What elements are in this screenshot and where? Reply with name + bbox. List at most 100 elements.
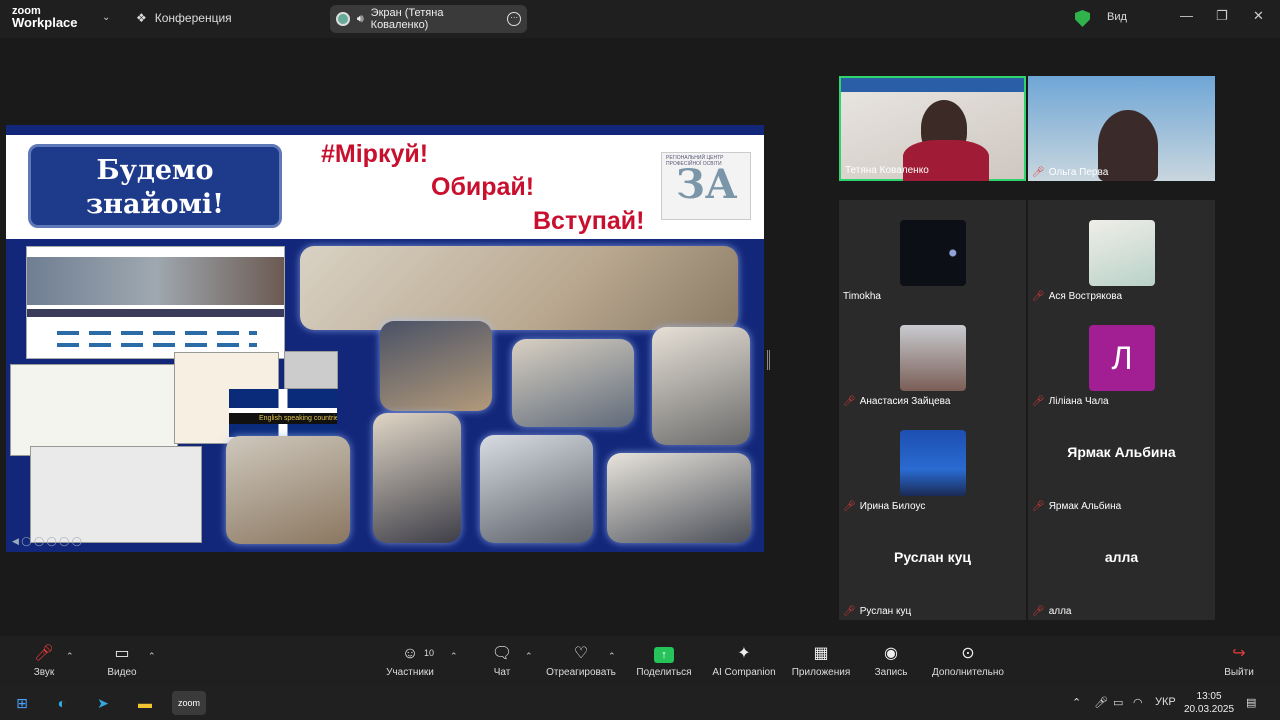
share-label: Поделиться	[636, 667, 692, 678]
more-options-icon[interactable]: ···	[507, 12, 522, 26]
chevron-down-icon[interactable]: ⌄	[102, 12, 110, 23]
participant-name: 🎤︎ алла	[1032, 606, 1072, 617]
participant-tile[interactable]: 🎤︎ Анастасия Зайцева	[839, 305, 1026, 410]
record-label: Запись	[874, 667, 908, 678]
participant-name: 🎤︎ Ирина Билоус	[843, 501, 926, 512]
record-button[interactable]: ◉ Запись	[872, 643, 910, 678]
shared-screen: Будемо знайомі! #Міркуй! Обирай! Вступай…	[6, 125, 764, 552]
screen-share-pill[interactable]: 🔊︎ Экран (Тетяна Коваленко) ···	[330, 5, 527, 33]
participant-tile[interactable]: Ярмак Альбина 🎤︎ Ярмак Альбина	[1028, 410, 1215, 515]
react-button[interactable]: ♡ Отреагировать	[544, 643, 618, 678]
participant-big-name: Руслан куц	[894, 549, 971, 565]
participant-avatar	[900, 430, 966, 496]
record-icon: ◉	[884, 645, 898, 662]
robotics-photo	[512, 339, 634, 427]
react-label: Отреагировать	[546, 667, 616, 678]
chevron-up-icon[interactable]: ⌃	[450, 651, 458, 662]
muted-mic-icon: 🎤︎	[843, 606, 856, 617]
slogan-enroll: Вступай!	[533, 207, 645, 235]
participant-avatar	[900, 325, 966, 391]
speaker-icon: 🔊︎	[356, 12, 364, 25]
slide-nav-controls[interactable]: ◀ ◯ ◯ ◯ ◯ ◯	[12, 536, 82, 547]
hello-line2: знайомі!	[85, 189, 225, 220]
chevron-up-icon[interactable]: ⌃	[148, 651, 156, 662]
chat-icon: 🗨︎	[491, 645, 513, 662]
classroom-girls-photo	[226, 436, 350, 544]
chevron-up-icon[interactable]: ⌃	[66, 651, 74, 662]
file-explorer-icon[interactable]: ▬	[132, 691, 158, 715]
battery-icon[interactable]: ▭	[1113, 696, 1123, 709]
ai-companion-button[interactable]: ✦ AI Companion	[710, 643, 778, 678]
participant-avatar	[1089, 220, 1155, 286]
language-indicator[interactable]: УКР	[1155, 696, 1176, 708]
participant-big-name: Ярмак Альбина	[1067, 444, 1176, 460]
uk-us-flag-image: English speaking countries	[229, 389, 337, 437]
sparkle-icon: ✦	[737, 645, 751, 662]
participant-name: 🎤︎ Ярмак Альбина	[1032, 501, 1122, 512]
resize-handle[interactable]	[767, 350, 770, 370]
windows-start-icon[interactable]: ⊞	[9, 691, 35, 715]
chevron-up-icon[interactable]: ⌃	[525, 651, 533, 662]
chat-button[interactable]: 🗨︎ Чат	[488, 643, 516, 678]
chevron-up-icon[interactable]: ⌃	[608, 651, 616, 662]
classroom-photo	[300, 246, 738, 330]
paw-icon: ❖	[136, 11, 147, 25]
close-icon[interactable]: ✕	[1253, 8, 1264, 24]
meeting-info-button[interactable]: ❖ Конференция	[136, 11, 232, 25]
zoom-taskbar-icon[interactable]: zoom	[172, 691, 206, 715]
participant-tile[interactable]: алла 🎤︎ алла	[1028, 515, 1215, 620]
collage-english-lesson	[10, 364, 178, 456]
apps-label: Приложения	[791, 667, 851, 678]
microphone-icon[interactable]: 🎤︎	[1094, 696, 1108, 709]
muted-mic-icon: 🎤︎	[1032, 396, 1045, 407]
group-photo	[607, 453, 751, 543]
participant-name: 🎤︎ Ольга Перва	[1032, 167, 1109, 178]
participant-avatar	[900, 220, 966, 286]
muted-mic-icon: 🎤︎	[1032, 167, 1045, 178]
audio-label: Звук	[33, 667, 55, 678]
website-buttons	[57, 331, 257, 335]
meeting-toolbar: 🎤︎ Звук ⌃ ▭ Видео ⌃ ☺ Участники 10 ⌃ 🗨︎ …	[0, 636, 1280, 686]
participant-tile[interactable]: 🎤︎ Ирина Билоус	[839, 410, 1026, 515]
website-buttons	[57, 343, 257, 347]
participants-label: Участники	[386, 667, 434, 678]
shield-icon[interactable]	[1075, 10, 1090, 27]
notification-icon[interactable]: ▤	[1246, 696, 1256, 709]
slide-hello-box: Будемо знайомі!	[28, 144, 282, 228]
collage-teacher-photo	[284, 351, 338, 389]
more-button[interactable]: ⊙ Дополнительно	[930, 643, 1006, 678]
view-button[interactable]: Вид	[1107, 11, 1127, 23]
minimize-icon[interactable]: —	[1180, 8, 1193, 23]
computer-lab-photo	[480, 435, 593, 543]
flag-caption: English speaking countries	[229, 413, 337, 424]
meeting-label: Конференция	[154, 11, 232, 25]
audio-button[interactable]: 🎤︎ Звук	[26, 643, 62, 678]
participant-tile[interactable]: Л 🎤︎ Ліліана Чала	[1028, 305, 1215, 410]
zoom-logo: zoom Workplace	[12, 5, 78, 29]
apps-button[interactable]: ▦ Приложения	[788, 643, 854, 678]
participant-big-name: алла	[1104, 549, 1139, 565]
participant-tile[interactable]: Тетяна Коваленко	[839, 76, 1026, 181]
telegram-icon[interactable]: ➤	[90, 691, 116, 715]
participant-name: 🎤︎ Анастасия Зайцева	[843, 396, 951, 407]
camera-icon: ▭	[114, 645, 130, 662]
muted-mic-icon: 🎤︎	[843, 396, 856, 407]
participant-tile[interactable]: Руслан куц 🎤︎ Руслан куц	[839, 515, 1026, 620]
video-button[interactable]: ▭ Видео	[102, 643, 142, 678]
restore-icon[interactable]: ❐	[1216, 8, 1228, 24]
clock[interactable]: 13:05 20.03.2025	[1184, 690, 1234, 716]
share-button[interactable]: ↑ Поделиться	[636, 643, 692, 678]
edge-icon[interactable]: ◐	[49, 691, 75, 715]
muted-mic-icon: 🎤︎	[1032, 501, 1045, 512]
wifi-icon[interactable]: ◠	[1133, 696, 1143, 709]
participant-tile[interactable]: 🎤︎ Ася Вострякова	[1028, 200, 1215, 305]
chevron-up-icon[interactable]: ⌃	[1072, 696, 1081, 709]
muted-mic-icon: 🎤︎	[843, 501, 856, 512]
participant-tile[interactable]: Timokha	[839, 200, 1026, 305]
more-icon: ⊙	[961, 645, 975, 662]
participant-tile[interactable]: 🎤︎ Ольга Перва	[1028, 76, 1215, 181]
leave-button[interactable]: ↪ Выйти	[1222, 643, 1256, 678]
ai-label: AI Companion	[712, 667, 776, 678]
participant-letter-avatar: Л	[1089, 325, 1155, 391]
website-hero-image	[27, 257, 284, 305]
